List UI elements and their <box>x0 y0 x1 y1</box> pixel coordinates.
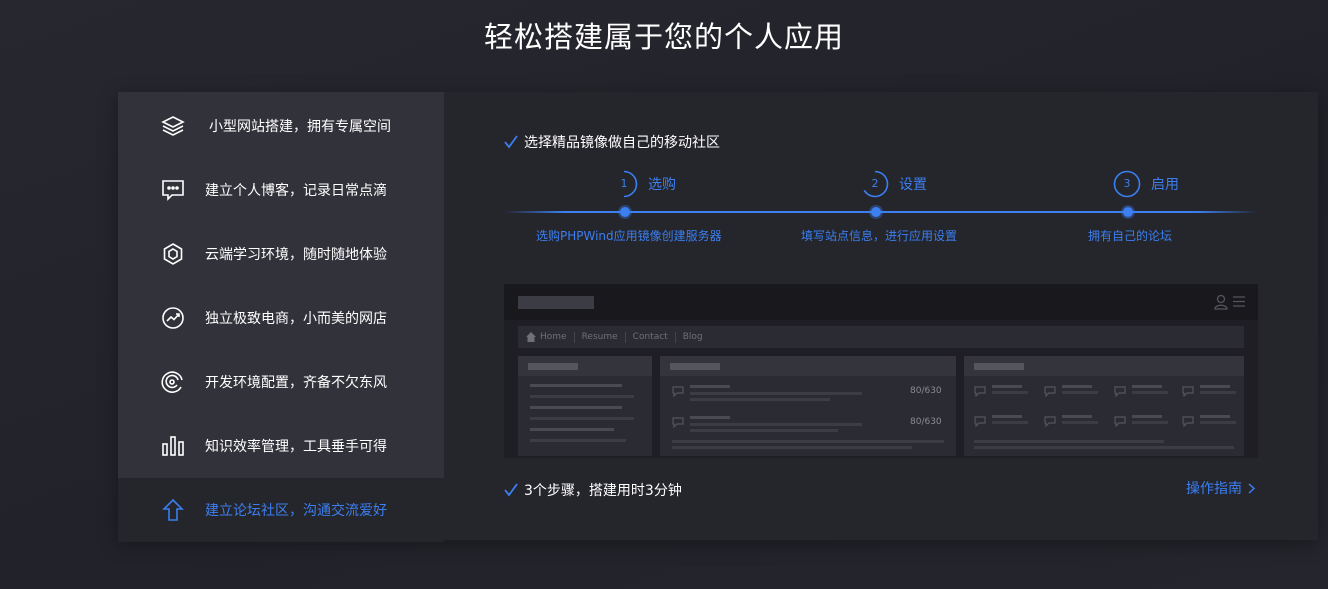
intro-text: 选择精品镜像做自己的移动社区 <box>524 135 720 151</box>
preview-nav-item: Contact <box>632 332 668 342</box>
sidebar-item-label: 开发环境配置，齐备不欠东风 <box>205 375 387 391</box>
hexagon-icon <box>163 243 183 265</box>
sidebar-item-label: 建立论坛社区，沟通交流爱好 <box>205 503 387 519</box>
step-number-badge: 2 <box>861 170 889 198</box>
preview-logo <box>518 296 594 309</box>
step-2: 2 设置 <box>861 170 927 198</box>
comment-icon <box>1044 416 1056 427</box>
sidebar-item-forum[interactable]: 建立论坛社区，沟通交流爱好 <box>118 478 444 542</box>
step-description: 选购PHPWind应用镜像创建服务器 <box>536 229 722 243</box>
user-icon <box>1214 294 1228 310</box>
arrow-up-icon <box>162 498 184 521</box>
intro-line: 选择精品镜像做自己的移动社区 <box>504 132 720 152</box>
feature-panel: 小型网站搭建，拥有专属空间 建立个人博客，记录日常点滴 云端学习环境，随时随地体… <box>118 92 1318 542</box>
sidebar-item-knowledge[interactable]: 知识效率管理，工具垂手可得 <box>118 414 444 478</box>
chevron-right-icon <box>1248 482 1255 494</box>
menu-icon <box>1233 296 1245 307</box>
step-dot <box>871 207 881 217</box>
step-dot <box>620 207 630 217</box>
sidebar-item-label: 知识效率管理，工具垂手可得 <box>205 439 387 455</box>
step-1: 1 选购 <box>610 170 676 198</box>
comment-icon <box>1182 386 1194 397</box>
step-name: 设置 <box>899 177 927 193</box>
check-icon <box>504 483 518 497</box>
check-icon <box>504 135 518 149</box>
preview-card-left <box>518 356 652 456</box>
swirl-icon <box>161 371 183 393</box>
comment-icon <box>1182 416 1194 427</box>
step-description: 拥有自己的论坛 <box>1088 229 1173 243</box>
page-title: 轻松搭建属于您的个人应用 <box>483 20 844 54</box>
step-number-badge: 3 <box>1113 170 1141 198</box>
step-description: 填写站点信息，进行应用设置 <box>801 229 958 243</box>
comment-icon <box>974 416 986 427</box>
comment-icon <box>1044 386 1056 397</box>
sidebar-item-blog[interactable]: 建立个人博客，记录日常点滴 <box>118 158 444 222</box>
preview-nav-item: Blog <box>682 332 703 342</box>
sidebar-item-label: 独立极致电商，小而美的网店 <box>205 311 387 327</box>
step-name: 选购 <box>648 177 676 193</box>
preview-nav-item: Home <box>540 332 567 342</box>
content-area: 选择精品镜像做自己的移动社区 1 选购 2 设置 3 启用 选购PHPWind应… <box>444 92 1318 540</box>
comment-icon <box>974 386 986 397</box>
sidebar: 小型网站搭建，拥有专属空间 建立个人博客，记录日常点滴 云端学习环境，随时随地体… <box>118 92 444 542</box>
comment-icon <box>1114 386 1126 397</box>
guide-link-label: 操作指南 <box>1186 481 1242 497</box>
sidebar-item-label: 小型网站搭建，拥有专属空间 <box>209 119 391 135</box>
bars-icon <box>162 436 184 456</box>
preview-card-right <box>964 356 1244 456</box>
sidebar-item-devenv[interactable]: 开发环境配置，齐备不欠东风 <box>118 350 444 414</box>
comment-icon <box>1114 416 1126 427</box>
sidebar-item-learning[interactable]: 云端学习环境，随时随地体验 <box>118 222 444 286</box>
guide-link[interactable]: 操作指南 <box>1186 478 1255 498</box>
chart-circle-icon <box>162 307 184 329</box>
summary-line: 3个步骤，搭建用时3分钟 <box>504 480 682 500</box>
preview-nav: Home Resume Contact Blog <box>518 326 1244 348</box>
preview-card-middle: 80/630 80/630 <box>660 356 956 456</box>
step-3: 3 启用 <box>1113 170 1179 198</box>
progress-track <box>504 211 1258 213</box>
forum-preview-image: Home Resume Contact Blog 80/630 80/630 <box>504 284 1258 458</box>
preview-count: 80/630 <box>910 386 942 396</box>
sidebar-item-ecommerce[interactable]: 独立极致电商，小而美的网店 <box>118 286 444 350</box>
step-dot <box>1123 207 1133 217</box>
summary-text: 3个步骤，搭建用时3分钟 <box>524 483 682 499</box>
sidebar-item-label: 云端学习环境，随时随地体验 <box>205 247 387 263</box>
chat-icon <box>162 180 184 201</box>
step-number-badge: 1 <box>610 170 638 198</box>
home-icon <box>526 332 536 342</box>
sidebar-item-website[interactable]: 小型网站搭建，拥有专属空间 <box>118 94 444 158</box>
preview-topbar <box>504 284 1258 320</box>
steps-progress: 1 选购 2 设置 3 启用 选购PHPWind应用镜像创建服务器 填写站点信息… <box>504 170 1258 250</box>
sidebar-item-label: 建立个人博客，记录日常点滴 <box>205 183 387 199</box>
layers-icon <box>161 116 185 136</box>
preview-count: 80/630 <box>910 417 942 427</box>
step-name: 启用 <box>1151 177 1179 193</box>
preview-nav-item: Resume <box>581 332 618 342</box>
